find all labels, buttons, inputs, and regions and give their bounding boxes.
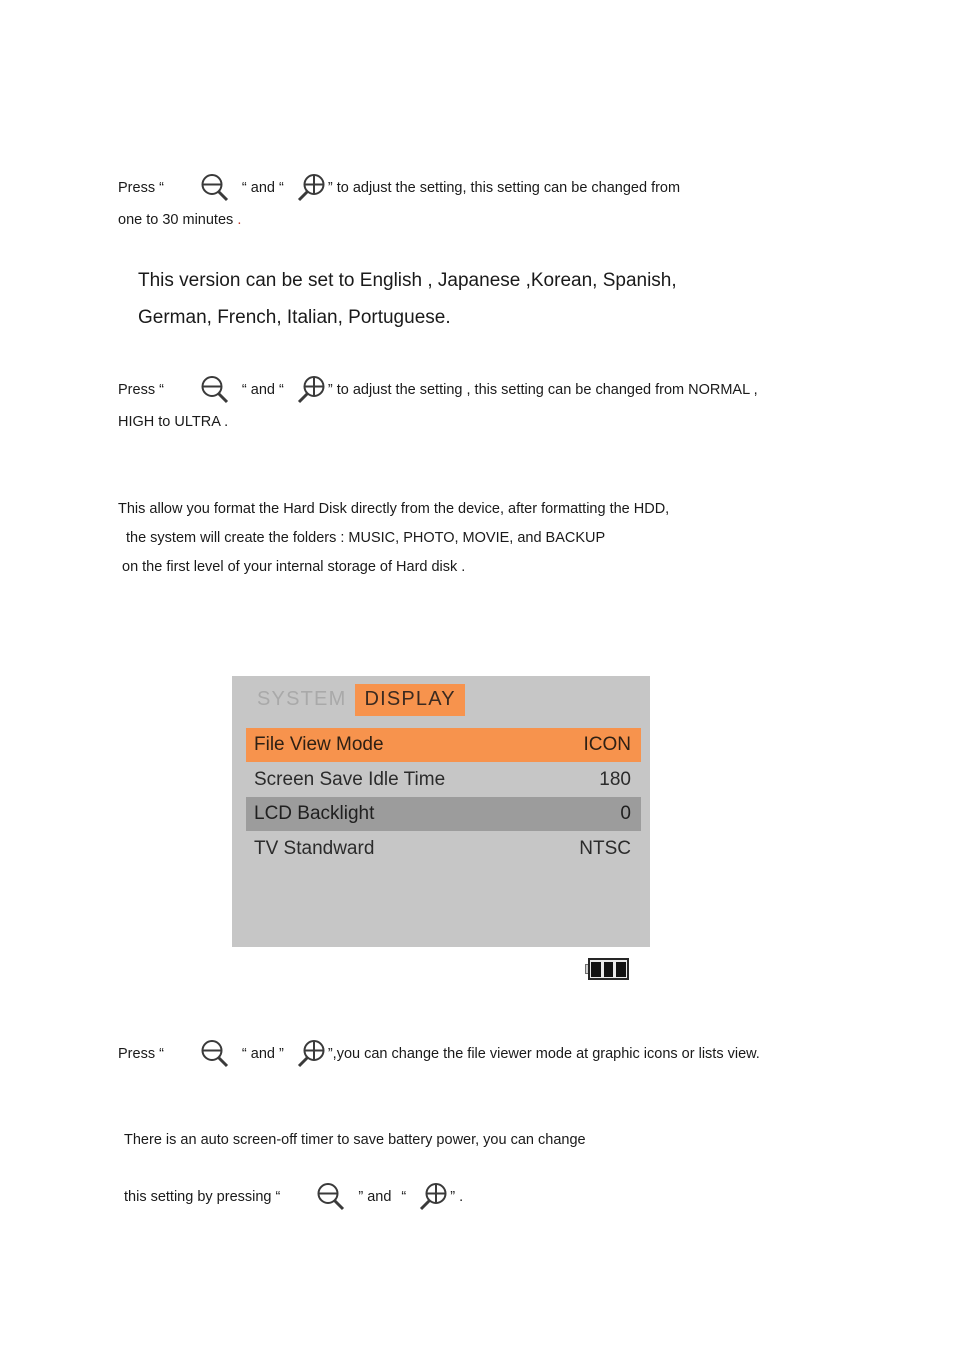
magnifier-minus-icon [198,172,232,204]
paragraph-line: There is an auto screen-off timer to sav… [124,1132,586,1148]
tab-display[interactable]: DISPLAY [355,684,465,716]
document-page: Press “ “ and “ ” to adjust the setting, t… [0,0,954,1351]
setting-row-lcd-backlight[interactable]: LCD Backlight 0 [246,797,641,831]
device-tab-bar: SYSTEM DISPLAY [248,684,465,718]
paragraph-line: the system will create the folders : MUS… [126,530,606,546]
press-tail-text: ” to adjust the setting , this setting c… [327,381,758,398]
magnifier-minus-icon [198,1038,232,1070]
paragraph-format-hdd: This allow you format the Hard Disk dire… [118,495,669,582]
press-tail-text: ”,you can change the file viewer mode at… [327,1045,760,1062]
paragraph-file-viewer-mode: Press “ “ and ” ”,you can change the file … [118,1038,760,1070]
magnifier-plus-icon [294,172,328,204]
press-tail-text: ” . [450,1188,464,1205]
paragraph-line: German, French, Italian, Portuguese. [138,307,451,328]
paragraph-line: HIGH to ULTRA . [118,414,229,430]
device-status-bar [232,947,650,992]
paragraph-line: on the first level of your internal stor… [122,559,466,575]
press-mid-text: “ and “ [241,381,284,398]
setting-label: TV Standward [254,837,375,859]
paragraph-languages: This version can be set to English , Jap… [138,262,677,336]
paragraph-line: This allow you format the Hard Disk dire… [118,501,670,517]
device-settings-list: File View Mode ICON Screen Save Idle Tim… [246,728,641,866]
setting-label: LCD Backlight [254,803,375,824]
battery-cell [616,961,626,977]
setting-value: 180 [599,768,631,790]
trailing-period: . [237,212,242,228]
paragraph-line: Press “ “ and “ ” to adjust the setting , … [118,374,758,406]
battery-cells [591,961,626,977]
device-screen-mockup: SYSTEM DISPLAY File View Mode ICON Screen… [232,676,650,992]
press-tail-text: ” to adjust the setting, this setting ca… [327,179,681,196]
device-screen-panel: SYSTEM DISPLAY File View Mode ICON Screen… [232,676,650,947]
paragraph-line: This version can be set to English , Jap… [138,270,677,291]
magnifier-plus-icon [294,1038,328,1070]
press-mid-text: ” and [358,1188,392,1205]
paragraph-line: Press “ “ and “ ” to adjust the setting, t… [118,172,680,204]
paragraph-quality-setting: Press “ “ and “ ” to adjust the setting , … [118,374,758,437]
setting-label: Screen Save Idle Time [254,768,446,790]
press-lead-text: Press “ [118,381,164,398]
battery-cell [591,961,601,977]
setting-row-tv-standward[interactable]: TV Standward NTSC [246,832,641,866]
press-lead-text: Press “ [118,179,164,196]
setting-value: 0 [620,803,631,824]
magnifier-minus-icon [314,1181,348,1213]
paragraph-line: Press “ “ and ” ”,you can change the file … [118,1038,760,1070]
magnifier-plus-icon [294,374,328,406]
setting-label: File View Mode [254,734,384,755]
magnifier-plus-icon [416,1181,450,1213]
setting-value: ICON [583,734,632,755]
magnifier-minus-icon [198,374,232,406]
tab-system[interactable]: SYSTEM [248,684,355,716]
press-lead-text: Press “ [118,1045,164,1062]
setting-row-file-view-mode[interactable]: File View Mode ICON [246,728,641,762]
press-mid-text: “ and ” [241,1045,284,1062]
paragraph-screen-off-timer: There is an auto screen-off timer to sav… [124,1126,586,1213]
minutes-range-text: one to 30 minutes [118,212,234,228]
paragraph-line: one to 30 minutes . [118,206,680,235]
press-mid-text: “ and “ [241,179,284,196]
setting-value: NTSC [579,837,631,859]
battery-icon [585,958,629,980]
press-lead-text: this setting by pressing “ [124,1188,281,1205]
paragraph-line: this setting by pressing “ ” and “ ” . [124,1181,586,1213]
battery-cell [603,961,614,977]
paragraph-zoom-minutes: Press “ “ and “ ” to adjust the setting, t… [118,172,680,235]
press-open-quote: “ [401,1188,407,1205]
setting-row-screen-save-idle-time[interactable]: Screen Save Idle Time 180 [246,763,641,797]
